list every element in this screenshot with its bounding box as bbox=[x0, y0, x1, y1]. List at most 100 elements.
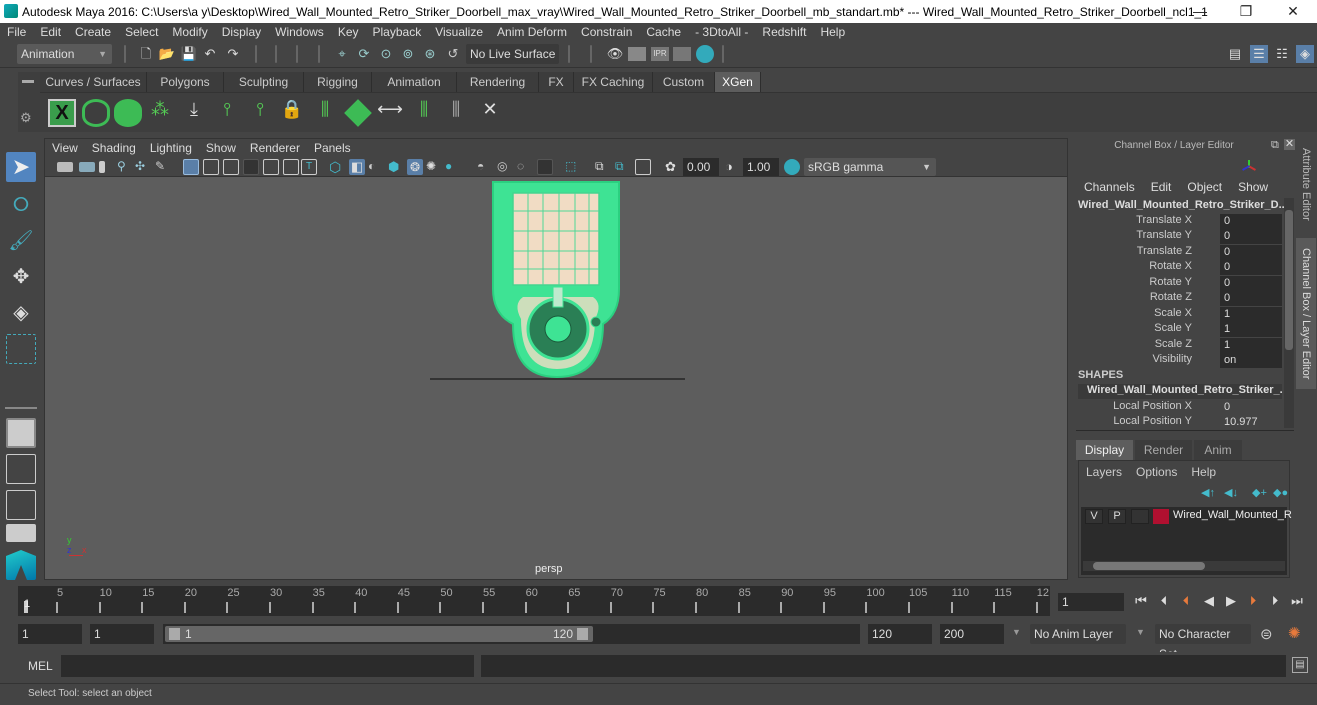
motion-blur-icon[interactable]: ⧉ bbox=[595, 159, 611, 175]
anim-layer-dropdown[interactable]: No Anim Layer bbox=[1030, 624, 1126, 644]
auto-key-icon[interactable]: ⊜ bbox=[1260, 625, 1273, 643]
channel-row-rotate-z[interactable]: Rotate Z 0 bbox=[1074, 291, 1284, 306]
gamma-field[interactable]: 1.00 bbox=[743, 158, 779, 176]
shelf-tab-fx[interactable]: FX bbox=[539, 72, 574, 92]
exposure-field[interactable]: 0.00 bbox=[683, 158, 719, 176]
undo-icon[interactable]: ↶ bbox=[201, 45, 219, 63]
channel-value[interactable]: 0 bbox=[1220, 291, 1282, 306]
hud-select-icon[interactable]: ⬚ bbox=[565, 159, 581, 175]
shelf-tab-polygons[interactable]: Polygons bbox=[147, 72, 224, 92]
cb-menu-channels[interactable]: Channels bbox=[1084, 180, 1135, 194]
isolate-select-icon[interactable]: ◌ bbox=[517, 159, 533, 175]
channel-box-toggle-icon[interactable]: ◈ bbox=[1296, 45, 1314, 63]
channel-value[interactable]: 1 bbox=[1220, 322, 1282, 337]
grease-pencil-icon[interactable]: ✎ bbox=[155, 159, 171, 175]
sculpt-guides-icon[interactable]: ⫼ bbox=[311, 99, 339, 127]
new-layer-icon[interactable]: ◆+ bbox=[1252, 486, 1267, 499]
menu-modify[interactable]: Modify bbox=[165, 25, 214, 39]
range-slider-track[interactable]: 1 120 bbox=[163, 624, 860, 644]
menu-playback[interactable]: Playback bbox=[366, 25, 429, 39]
time-slider[interactable]: 1 5 10 15 20 25 30 35 40 45 50 55 60 65 70 75 80 85 90 95 1… bbox=[18, 586, 1050, 616]
select-guides-icon[interactable]: ⫼ bbox=[410, 99, 438, 127]
layer-menu-options[interactable]: Options bbox=[1136, 465, 1177, 479]
cb-menu-show[interactable]: Show bbox=[1238, 180, 1268, 194]
scrollbar-thumb[interactable] bbox=[1093, 562, 1205, 570]
layer-visibility-toggle[interactable]: V bbox=[1085, 509, 1103, 524]
live-surface-field[interactable]: No Live Surface bbox=[466, 44, 559, 64]
channel-row-scale-z[interactable]: Scale Z 1 bbox=[1074, 338, 1284, 353]
channel-value[interactable]: on bbox=[1220, 353, 1282, 368]
layer-tab-render[interactable]: Render bbox=[1135, 440, 1192, 460]
menu-create[interactable]: Create bbox=[68, 25, 118, 39]
open-scene-icon[interactable]: 📂 bbox=[158, 45, 176, 63]
layer-name[interactable]: Wired_Wall_Mounted_R bbox=[1173, 509, 1292, 521]
color-management-toggle-icon[interactable] bbox=[784, 159, 800, 175]
redo-icon[interactable]: ↷ bbox=[224, 45, 242, 63]
shelf-tab-xgen[interactable]: XGen bbox=[715, 72, 761, 92]
select-tool-icon[interactable]: ➤ bbox=[6, 152, 36, 182]
channel-box-tab[interactable]: Channel Box / Layer Editor bbox=[1296, 238, 1316, 390]
range-slider-handle[interactable]: 1 120 bbox=[165, 626, 593, 642]
wireframe-on-shaded-icon[interactable]: ⬢ bbox=[388, 159, 404, 175]
move-tool-icon[interactable]: ✥ bbox=[6, 262, 36, 292]
minimize-button[interactable]: — bbox=[1177, 0, 1223, 23]
menu-3dtoall[interactable]: - 3DtoAll - bbox=[688, 25, 755, 39]
go-to-start-icon[interactable]: ⏮ bbox=[1132, 592, 1150, 610]
attribute-editor-toggle-icon[interactable]: ☰ bbox=[1250, 45, 1268, 63]
menu-constrain[interactable]: Constrain bbox=[574, 25, 639, 39]
viewport-menu-panels[interactable]: Panels bbox=[307, 141, 358, 155]
textured-icon[interactable]: ❂ bbox=[407, 159, 423, 175]
tool-settings-icon[interactable]: ☷ bbox=[1273, 45, 1291, 63]
scrollbar-thumb[interactable] bbox=[1285, 210, 1293, 350]
layer-menu-layers[interactable]: Layers bbox=[1086, 465, 1122, 479]
float-panel-icon[interactable]: ⧉ bbox=[1271, 139, 1279, 152]
layer-color-swatch[interactable] bbox=[1153, 509, 1169, 524]
restore-button[interactable]: ❐ bbox=[1223, 0, 1269, 23]
animation-start-field[interactable]: 1 bbox=[18, 624, 82, 644]
gate-mask-icon[interactable] bbox=[243, 159, 259, 175]
select-camera-icon[interactable] bbox=[57, 162, 73, 172]
single-view-layout-icon[interactable] bbox=[6, 418, 36, 448]
close-panel-icon[interactable]: ✕ bbox=[1284, 139, 1295, 150]
channel-value[interactable]: 0 bbox=[1220, 400, 1282, 415]
object-name[interactable]: Wired_Wall_Mounted_Retro_Striker_D... bbox=[1078, 199, 1288, 211]
step-back-frame-icon[interactable]: ⏴ bbox=[1155, 592, 1173, 610]
bookmark-icon[interactable] bbox=[99, 161, 105, 173]
channel-value[interactable]: 0 bbox=[1220, 229, 1282, 244]
shadows-icon[interactable]: ● bbox=[445, 159, 461, 175]
step-back-key-icon[interactable]: ⏴ bbox=[1177, 592, 1195, 610]
channel-row-translate-x[interactable]: Translate X 0 bbox=[1074, 214, 1284, 229]
rotate-tool-icon[interactable]: ◈ bbox=[6, 298, 36, 328]
current-frame-field[interactable]: 1 bbox=[1058, 593, 1124, 611]
maya-home-icon[interactable] bbox=[6, 550, 36, 580]
channel-value[interactable]: 0 bbox=[1220, 245, 1282, 260]
render-frame-icon[interactable] bbox=[628, 47, 646, 61]
hypershade-icon[interactable] bbox=[696, 45, 714, 63]
shelf-menu-icon[interactable] bbox=[22, 80, 34, 83]
channel-value[interactable]: 10.977 bbox=[1220, 415, 1282, 430]
film-gate-icon[interactable] bbox=[203, 159, 219, 175]
animation-end-field[interactable]: 200 bbox=[940, 624, 1004, 644]
play-forwards-icon[interactable]: ▶ bbox=[1222, 592, 1240, 610]
paint-select-tool-icon[interactable]: 🖌 bbox=[6, 226, 36, 256]
layer-display-type-toggle[interactable] bbox=[1131, 509, 1149, 524]
safe-title-icon[interactable]: T bbox=[301, 159, 317, 175]
menu-visualize[interactable]: Visualize bbox=[428, 25, 490, 39]
multisample-aa-icon[interactable]: ⧉ bbox=[615, 159, 631, 175]
add-guide-icon[interactable]: ⫯ bbox=[213, 99, 241, 127]
render-settings-icon[interactable] bbox=[673, 47, 691, 61]
channel-value[interactable]: 0 bbox=[1220, 260, 1282, 275]
cb-menu-edit[interactable]: Edit bbox=[1151, 180, 1172, 194]
menu-edit[interactable]: Edit bbox=[33, 25, 68, 39]
colorspace-dropdown[interactable]: sRGB gamma ▼ bbox=[804, 158, 936, 176]
script-language-label[interactable]: MEL bbox=[28, 659, 53, 673]
channel-box-scrollbar[interactable] bbox=[1284, 198, 1294, 428]
xray-joints-icon[interactable]: ◎ bbox=[497, 159, 513, 175]
delete-guides-icon[interactable]: ✕ bbox=[476, 99, 504, 127]
resolution-gate-icon[interactable] bbox=[223, 159, 239, 175]
use-all-lights-icon[interactable]: ✺ bbox=[426, 159, 442, 175]
command-input[interactable] bbox=[61, 655, 474, 677]
exposure-icon[interactable]: ✿ bbox=[665, 159, 681, 175]
channel-value[interactable]: 0 bbox=[1220, 214, 1282, 229]
image-plane-icon[interactable]: ⚲ bbox=[117, 159, 133, 175]
